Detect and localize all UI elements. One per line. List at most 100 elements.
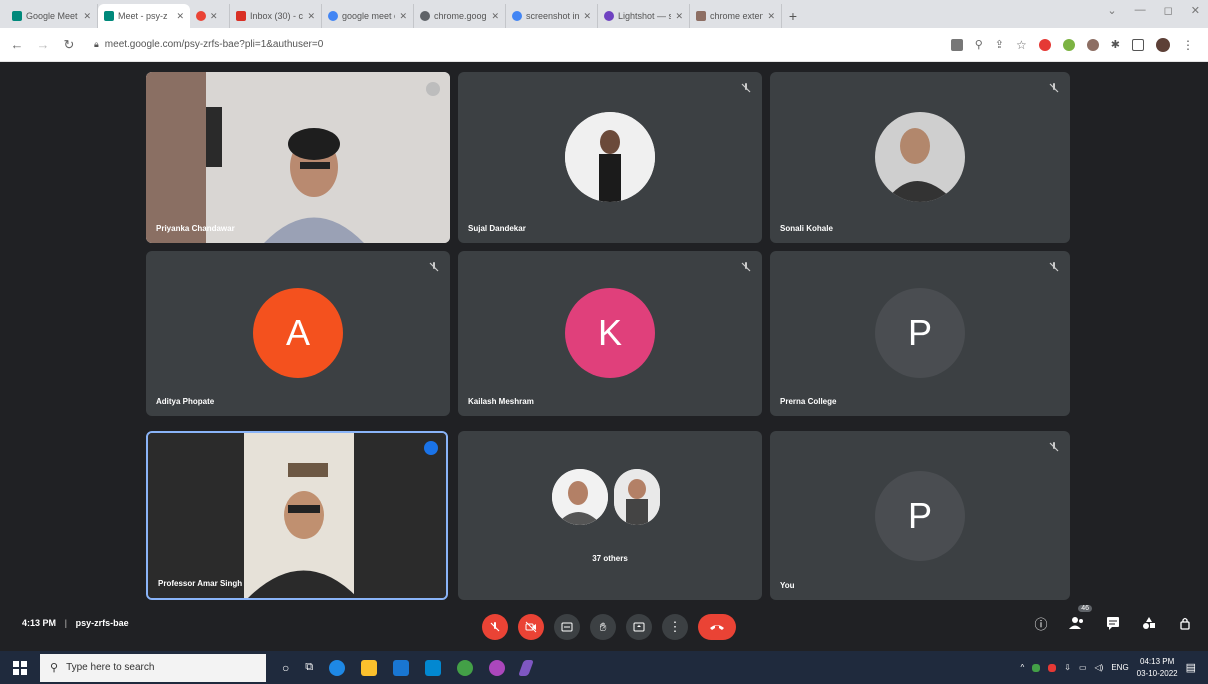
tab-google-meet[interactable]: Google Meet ✕ bbox=[6, 4, 98, 28]
tab-chrome-store[interactable]: chrome.google.co ✕ bbox=[414, 4, 506, 28]
url-field[interactable]: 🔒︎ meet.google.com/psy-zrfs-bae?pli=1&au… bbox=[88, 33, 939, 57]
close-tab-icon[interactable]: ✕ bbox=[83, 11, 91, 22]
app-icon[interactable] bbox=[489, 659, 506, 676]
close-tab-icon[interactable]: ✕ bbox=[767, 11, 775, 22]
tab-recording[interactable]: ✕ bbox=[190, 4, 230, 28]
participant-avatar bbox=[565, 112, 655, 202]
participant-tile[interactable]: P Prerna College bbox=[770, 251, 1070, 416]
reload-icon[interactable]: ↻ bbox=[62, 37, 76, 53]
participant-tile[interactable]: Sonali Kohale bbox=[770, 72, 1070, 243]
lightshot-icon bbox=[604, 11, 614, 21]
chevron-up-icon[interactable]: ^ bbox=[1020, 663, 1024, 672]
side-panel-icon[interactable] bbox=[1132, 38, 1144, 51]
close-tab-icon[interactable]: ✕ bbox=[307, 11, 315, 22]
windows-taskbar: ⚲ Type here to search ○ ⧉ ^ ⇩ ▭ ◁) ENG 0… bbox=[0, 651, 1208, 684]
edge-icon[interactable] bbox=[329, 659, 346, 676]
camera-toggle-button[interactable] bbox=[518, 614, 544, 640]
others-tile[interactable]: 37 others bbox=[458, 431, 762, 600]
forward-arrow-icon[interactable]: → bbox=[36, 37, 50, 52]
participant-avatar bbox=[875, 112, 965, 202]
gmail-icon bbox=[236, 11, 246, 21]
close-window-icon[interactable]: ✕ bbox=[1191, 4, 1200, 17]
close-tab-icon[interactable]: ✕ bbox=[176, 11, 184, 22]
tab-meet-active[interactable]: Meet - psy-z ✕ bbox=[98, 4, 190, 28]
windows-logo-icon bbox=[13, 660, 27, 675]
activities-button[interactable] bbox=[1140, 614, 1158, 632]
taskbar-search-box[interactable]: ⚲ Type here to search bbox=[40, 653, 266, 682]
meeting-details-button[interactable]: ⓘ bbox=[1032, 614, 1050, 632]
more-options-button[interactable]: ⋮ bbox=[662, 614, 688, 640]
puzzle-icon[interactable]: ✱ bbox=[1111, 38, 1120, 51]
participant-name: Professor Amar Singh bbox=[158, 579, 243, 588]
file-explorer-icon[interactable] bbox=[361, 659, 378, 676]
tray-app-icon[interactable] bbox=[1032, 663, 1041, 672]
tab-chrome-extension[interactable]: chrome extension ✕ bbox=[690, 4, 782, 28]
camera-off-icon bbox=[525, 621, 537, 633]
notifications-icon[interactable]: ▤ bbox=[1186, 661, 1196, 674]
participant-name: Sujal Dandekar bbox=[468, 224, 526, 233]
tab-title: chrome.google.co bbox=[434, 11, 488, 21]
usb-icon[interactable]: ⇩ bbox=[1064, 663, 1071, 672]
extension-green-icon[interactable] bbox=[1062, 38, 1075, 51]
close-tab-icon[interactable]: ✕ bbox=[675, 11, 683, 22]
mail-icon[interactable] bbox=[425, 659, 442, 676]
share-icon[interactable]: ⇪ bbox=[995, 38, 1004, 51]
network-icon[interactable]: ▭ bbox=[1079, 663, 1087, 672]
camera-icon[interactable] bbox=[950, 38, 963, 51]
mic-toggle-button[interactable] bbox=[482, 614, 508, 640]
raise-hand-button[interactable]: ✋︎ bbox=[590, 614, 616, 640]
mic-off-icon bbox=[1049, 442, 1059, 452]
participant-avatar: K bbox=[565, 288, 655, 378]
chat-button[interactable] bbox=[1104, 614, 1122, 632]
tray-app-icon[interactable] bbox=[1048, 663, 1057, 672]
extension-red-icon[interactable] bbox=[1038, 38, 1051, 51]
participant-name: Kailash Meshram bbox=[468, 397, 534, 406]
host-controls-button[interactable] bbox=[1176, 614, 1194, 632]
store-icon[interactable] bbox=[393, 659, 410, 676]
taskbar-clock[interactable]: 04:13 PM 03-10-2022 bbox=[1137, 656, 1178, 680]
maximize-icon[interactable]: ◻ bbox=[1164, 4, 1173, 17]
info-icon: ⓘ bbox=[1034, 616, 1048, 632]
tab-lightshot[interactable]: Lightshot — scree ✕ bbox=[598, 4, 690, 28]
google-icon bbox=[512, 11, 522, 21]
participant-tile[interactable]: A Aditya Phopate bbox=[146, 251, 450, 416]
participant-tile[interactable]: Sujal Dandekar bbox=[458, 72, 762, 243]
participant-tile-active-speaker[interactable]: Professor Amar Singh bbox=[146, 431, 448, 600]
people-button[interactable]: 46 bbox=[1068, 605, 1092, 632]
tab-gmail[interactable]: Inbox (30) - comh ✕ bbox=[230, 4, 322, 28]
cortana-icon[interactable]: ○ bbox=[282, 661, 289, 675]
tab-google-search[interactable]: google meet exte ✕ bbox=[322, 4, 414, 28]
language-indicator[interactable]: ENG bbox=[1111, 663, 1128, 672]
zoom-icon[interactable]: ⚲ bbox=[975, 38, 983, 51]
extension-brown-icon[interactable] bbox=[1086, 38, 1099, 51]
present-screen-button[interactable] bbox=[626, 614, 652, 640]
new-tab-button[interactable]: + bbox=[782, 4, 804, 28]
participant-tile[interactable]: K Kailash Meshram bbox=[458, 251, 762, 416]
tab-google-screenshot[interactable]: screenshot in win ✕ bbox=[506, 4, 598, 28]
menu-icon[interactable]: ⋮ bbox=[1182, 38, 1194, 52]
phone-hangup-icon bbox=[710, 625, 724, 630]
meet-control-bar: 4:13 PM | psy-zrfs-bae ✋︎ ⋮ ⓘ 46 bbox=[0, 604, 1208, 651]
star-icon[interactable]: ☆ bbox=[1016, 38, 1027, 52]
meet-video-grid: Priyanka Chandawar Sujal Dandekar Sonali… bbox=[0, 62, 1208, 651]
chrome-icon[interactable] bbox=[457, 659, 474, 676]
self-tile[interactable]: P You bbox=[770, 431, 1070, 600]
participant-tile[interactable]: Priyanka Chandawar bbox=[146, 72, 450, 243]
volume-icon[interactable]: ◁) bbox=[1095, 663, 1104, 672]
more-options-icon[interactable] bbox=[426, 82, 440, 96]
captions-button[interactable] bbox=[554, 614, 580, 640]
task-view-icon[interactable]: ⧉ bbox=[305, 661, 313, 674]
close-tab-icon[interactable]: ✕ bbox=[583, 11, 591, 22]
close-tab-icon[interactable]: ✕ bbox=[399, 11, 407, 22]
more-vert-icon: ⋮ bbox=[668, 619, 682, 634]
start-button[interactable] bbox=[0, 651, 40, 684]
close-tab-icon[interactable]: ✕ bbox=[210, 11, 218, 22]
profile-avatar[interactable] bbox=[1156, 37, 1170, 52]
minimize-icon[interactable]: — bbox=[1135, 4, 1146, 17]
back-arrow-icon[interactable]: ← bbox=[10, 37, 24, 52]
chevron-down-icon[interactable]: ⌄ bbox=[1107, 4, 1116, 17]
leave-call-button[interactable] bbox=[698, 614, 736, 640]
close-tab-icon[interactable]: ✕ bbox=[491, 11, 499, 22]
pen-icon[interactable] bbox=[518, 659, 535, 676]
activities-icon bbox=[1143, 617, 1155, 629]
